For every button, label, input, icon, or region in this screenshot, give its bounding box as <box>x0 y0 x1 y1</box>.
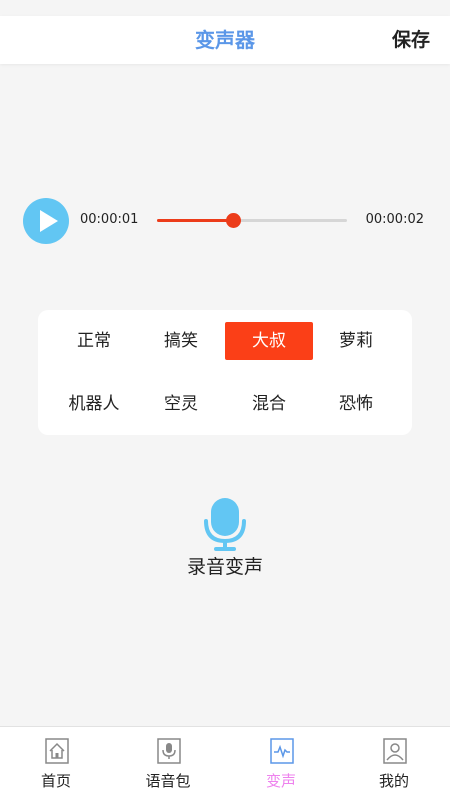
bottom-tab-bar: 首页 语音包 变声 我的 <box>0 726 450 801</box>
voice-change-icon <box>270 738 294 764</box>
effect-horror[interactable]: 恐怖 <box>312 385 400 423</box>
record-button[interactable] <box>203 496 247 552</box>
voice-effects-panel: 正常 搞笑 大叔 萝莉 机器人 空灵 混合 恐怖 <box>38 310 412 435</box>
tab-voice-change-label: 变声 <box>265 772 296 790</box>
tab-voice-pack[interactable]: 语音包 <box>112 727 224 801</box>
record-label[interactable]: 录音变声 <box>0 552 450 579</box>
play-icon <box>40 210 58 232</box>
home-icon <box>45 738 69 764</box>
effect-normal[interactable]: 正常 <box>50 322 138 360</box>
total-time: 00:00:02 <box>365 212 424 227</box>
tab-home[interactable]: 首页 <box>0 727 112 801</box>
status-bar <box>0 0 450 16</box>
tab-profile[interactable]: 我的 <box>338 727 450 801</box>
profile-icon <box>383 738 407 764</box>
audio-player: 00:00:01 00:00:02 <box>0 196 450 246</box>
effect-robot[interactable]: 机器人 <box>50 385 138 423</box>
effect-funny[interactable]: 搞笑 <box>137 322 225 360</box>
tab-voice-pack-label: 语音包 <box>145 772 191 790</box>
play-button[interactable] <box>23 198 69 244</box>
effect-loli[interactable]: 萝莉 <box>312 322 400 360</box>
tab-voice-change[interactable]: 变声 <box>225 727 337 801</box>
effect-uncle[interactable]: 大叔 <box>225 322 313 360</box>
current-time: 00:00:01 <box>80 212 139 227</box>
effect-mixed[interactable]: 混合 <box>225 385 313 423</box>
voice-pack-icon <box>157 738 181 764</box>
tab-profile-label: 我的 <box>378 772 409 790</box>
tab-home-label: 首页 <box>40 772 71 790</box>
microphone-icon <box>204 498 246 551</box>
effect-ethereal[interactable]: 空灵 <box>137 385 225 423</box>
save-button[interactable]: 保存 <box>392 16 430 64</box>
progress-fill <box>157 219 233 222</box>
progress-thumb[interactable] <box>226 213 241 228</box>
header: 变声器 保存 <box>0 16 450 64</box>
record-section: 录音变声 <box>0 496 450 586</box>
page-title: 变声器 <box>195 28 255 52</box>
progress-slider[interactable] <box>157 213 347 228</box>
